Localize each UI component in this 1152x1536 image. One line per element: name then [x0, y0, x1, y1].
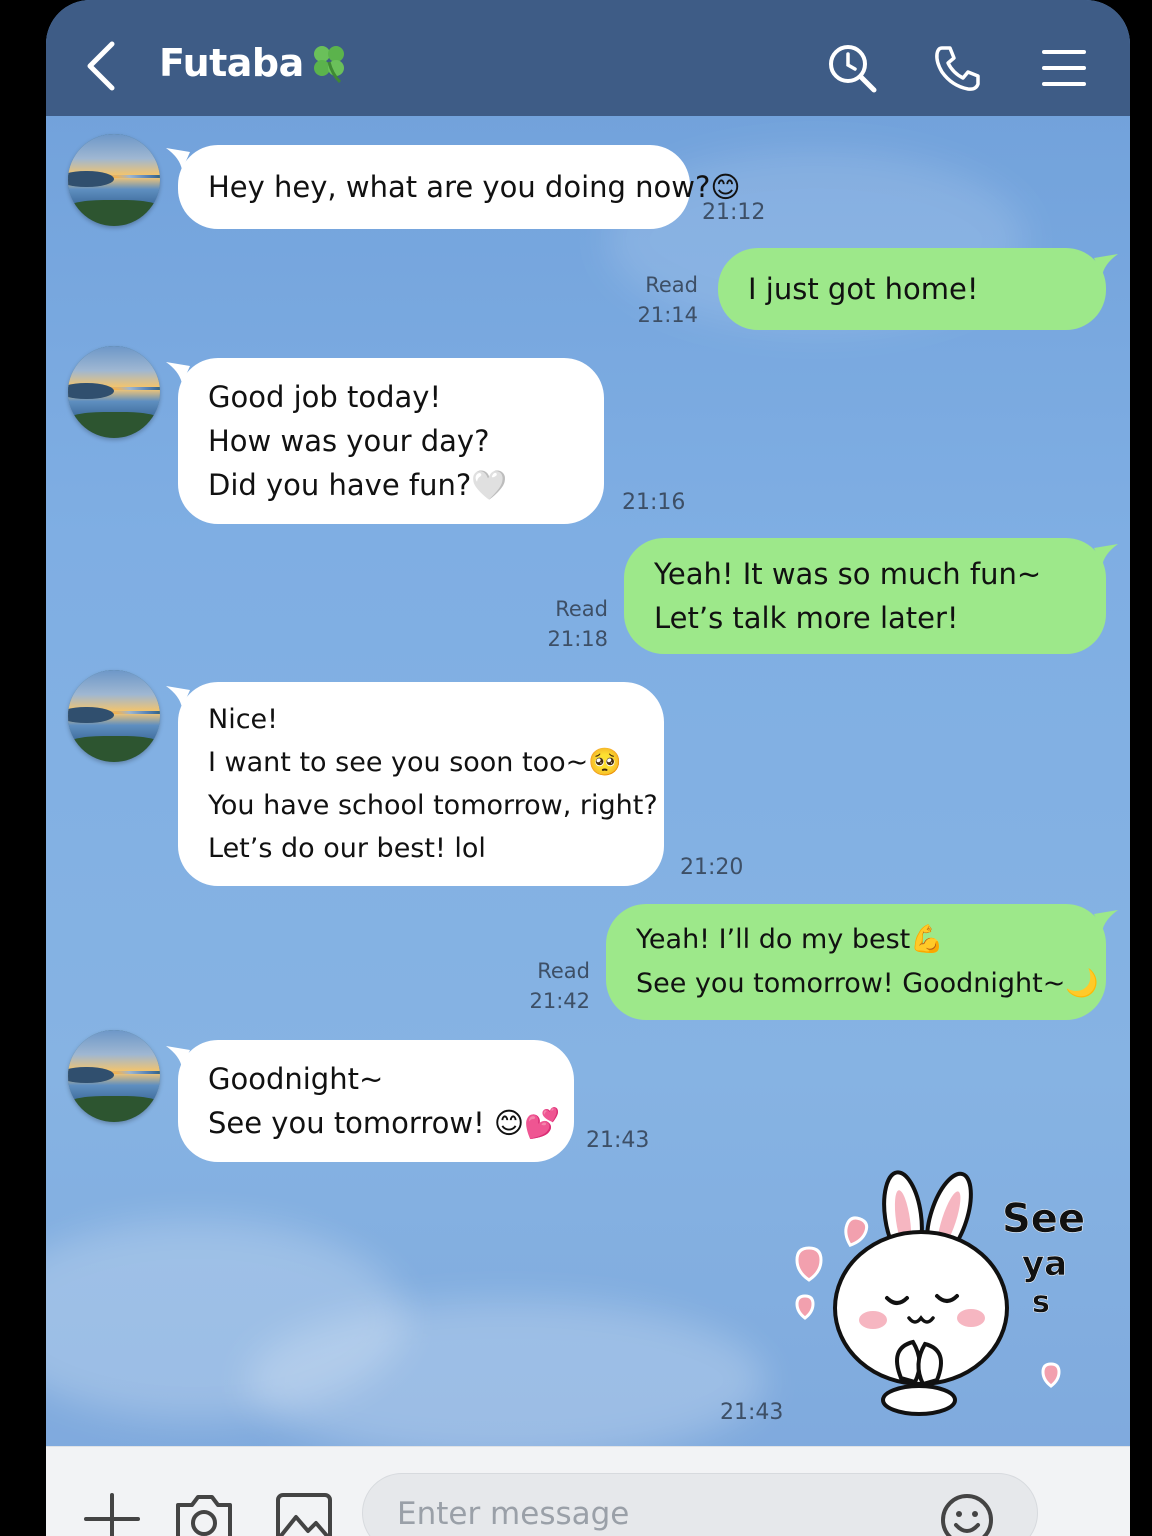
message-text: See you tomorrow! 😊💕 — [208, 1106, 561, 1140]
message-time: 21:18 — [547, 627, 608, 651]
message-bubble-outgoing[interactable]: Yeah! I’ll do my best💪 See you tomorrow!… — [606, 904, 1106, 1020]
message-text: How was your day? — [208, 424, 490, 458]
read-receipt: Read — [555, 597, 608, 621]
read-receipt: Read — [645, 273, 698, 297]
phone-icon[interactable] — [932, 42, 984, 94]
sticker-text-line: s — [1032, 1285, 1050, 1320]
contact-avatar[interactable] — [68, 346, 160, 438]
contact-name: Futaba — [159, 41, 304, 85]
bubble-tail — [1094, 910, 1118, 932]
message-text: Hey hey, what are you doing now?😊 — [208, 170, 741, 204]
bubble-tail — [1094, 544, 1118, 566]
message-text: Yeah! I’ll do my best💪 — [636, 924, 944, 955]
menu-icon[interactable] — [1038, 42, 1090, 94]
message-text: Let’s talk more later! — [654, 601, 959, 635]
message-bubble-outgoing[interactable]: Yeah! It was so much fun~ Let’s talk mor… — [624, 538, 1106, 654]
message-field[interactable] — [362, 1473, 1038, 1536]
chat-header: Futaba — [46, 0, 1130, 116]
cloud-decoration — [246, 1300, 766, 1460]
message-text: Good job today! — [208, 380, 442, 414]
chat-title: Futaba — [159, 40, 352, 86]
contact-avatar[interactable] — [68, 670, 160, 762]
message-text: You have school tomorrow, right? — [208, 790, 658, 821]
message-time: 21:12 — [702, 200, 766, 225]
contact-avatar[interactable] — [68, 1030, 160, 1122]
message-time: 21:16 — [622, 490, 686, 515]
message-text: I just got home! — [748, 272, 979, 306]
message-text: See you tomorrow! Goodnight~🌙 — [636, 968, 1099, 999]
message-time: 21:42 — [529, 989, 590, 1013]
message-status: Read 21:18 — [544, 594, 608, 654]
message-status: Read 21:14 — [636, 270, 698, 330]
message-time: 21:20 — [680, 855, 744, 880]
message-status: Read 21:42 — [524, 956, 590, 1016]
plus-icon[interactable] — [82, 1489, 142, 1536]
emoji-icon[interactable] — [939, 1492, 995, 1536]
contact-avatar[interactable] — [68, 134, 160, 226]
message-text: Let’s do our best! lol — [208, 833, 486, 864]
message-text: Yeah! It was so much fun~ — [654, 557, 1042, 591]
sticker-text-line: See — [1002, 1196, 1086, 1243]
message-bubble-incoming[interactable]: Goodnight~ See you tomorrow! 😊💕 — [178, 1040, 574, 1162]
message-bubble-incoming[interactable]: Hey hey, what are you doing now?😊 — [178, 145, 741, 229]
sticker-text: See ya s — [1002, 1196, 1086, 1320]
message-time: 21:43 — [586, 1128, 650, 1153]
camera-icon[interactable] — [174, 1489, 234, 1536]
message-bubble-incoming[interactable]: Good job today! How was your day? Did yo… — [178, 358, 604, 524]
message-text: Did you have fun?🤍 — [208, 468, 508, 502]
message-input[interactable] — [397, 1494, 917, 1534]
sticker-text-line: ya — [1022, 1244, 1068, 1285]
search-icon[interactable] — [826, 42, 878, 94]
message-bubble-outgoing[interactable]: I just got home! — [718, 248, 1106, 330]
message-text: I want to see you soon too~🥺 — [208, 747, 622, 778]
clover-icon — [313, 46, 344, 84]
sticker-time: 21:43 — [720, 1400, 784, 1425]
chat-screen: Futaba Hey hey, what are you doing now?😊… — [46, 0, 1130, 1536]
read-receipt: Read — [537, 959, 590, 983]
image-icon[interactable] — [274, 1489, 334, 1536]
back-icon[interactable] — [82, 40, 122, 92]
message-bubble-incoming[interactable]: Nice! I want to see you soon too~🥺 You h… — [178, 682, 664, 886]
input-bar — [46, 1446, 1130, 1536]
message-text: Nice! — [208, 704, 278, 735]
message-time: 21:14 — [637, 303, 698, 327]
message-text: Goodnight~ — [208, 1062, 384, 1096]
bubble-tail — [1094, 254, 1118, 276]
